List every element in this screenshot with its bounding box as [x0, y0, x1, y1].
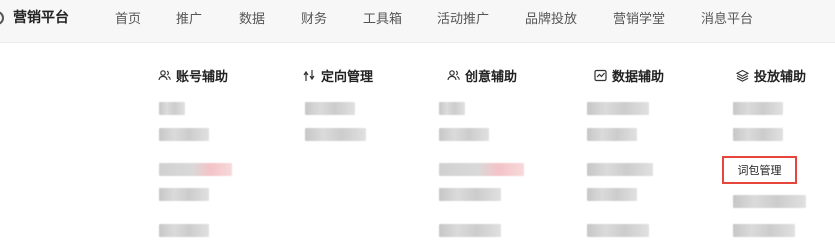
column-title: 定向管理	[321, 70, 374, 85]
redacted-menu-item[interactable]	[587, 224, 649, 237]
redacted-menu-item[interactable]	[733, 128, 783, 141]
redacted-menu-item[interactable]	[733, 224, 795, 237]
column-title: 创意辅助	[465, 70, 518, 85]
nav-item-home[interactable]: 首页	[115, 8, 141, 27]
redacted-menu-item[interactable]	[439, 224, 501, 237]
nav-item-data[interactable]: 数据	[239, 8, 265, 27]
top-navigation-bar: 营销平台 首页 推广 数据 财务 工具箱 活动推广 品牌投放 营销学堂 消息平台	[0, 0, 835, 43]
redacted-menu-item[interactable]	[733, 195, 806, 208]
brand-title[interactable]: 营销平台	[13, 7, 69, 27]
nav-item-promotion[interactable]: 推广	[176, 8, 202, 27]
redacted-menu-item[interactable]	[439, 128, 489, 141]
column-title: 数据辅助	[612, 70, 665, 85]
redacted-menu-item[interactable]	[439, 188, 501, 201]
column-title: 投放辅助	[754, 70, 807, 85]
menu-item-word-package-management[interactable]: 词包管理	[722, 156, 797, 184]
redacted-menu-item[interactable]	[305, 102, 355, 115]
redacted-menu-item[interactable]	[587, 163, 653, 176]
redacted-menu-item[interactable]	[159, 102, 185, 115]
nav-item-finance[interactable]: 财务	[301, 8, 327, 27]
redacted-menu-item[interactable]	[587, 102, 649, 115]
nav-item-brand-placement[interactable]: 品牌投放	[525, 8, 577, 27]
redacted-menu-item[interactable]	[159, 224, 209, 237]
nav-item-toolbox[interactable]: 工具箱	[363, 8, 402, 27]
nav-item-activity-promotion[interactable]: 活动推广	[437, 8, 489, 27]
redacted-menu-item[interactable]	[439, 163, 524, 176]
menu-item-label: 词包管理	[737, 164, 782, 177]
layers-icon	[736, 69, 749, 82]
redacted-menu-item[interactable]	[587, 188, 637, 201]
redacted-menu-item[interactable]	[159, 163, 232, 176]
nav-item-message-platform[interactable]: 消息平台	[701, 8, 753, 27]
column-creative-assist: 创意辅助	[447, 66, 517, 85]
column-data-assist: 数据辅助	[594, 66, 664, 85]
redacted-menu-item[interactable]	[159, 188, 209, 201]
nav-item-marketing-academy[interactable]: 营销学堂	[613, 8, 665, 27]
redacted-menu-item[interactable]	[159, 128, 209, 141]
column-targeting-management: 定向管理	[303, 66, 373, 85]
redacted-menu-item[interactable]	[439, 102, 465, 115]
routing-arrows-icon	[303, 69, 316, 82]
column-title: 账号辅助	[176, 70, 229, 85]
logo-icon	[0, 11, 4, 25]
column-placement-assist: 投放辅助	[736, 66, 806, 85]
chart-box-icon	[594, 69, 607, 82]
redacted-menu-item[interactable]	[587, 128, 637, 141]
user-group-icon	[447, 69, 460, 82]
column-account-assist: 账号辅助	[158, 66, 228, 85]
redacted-menu-item[interactable]	[733, 102, 783, 115]
user-group-icon	[158, 69, 171, 82]
redacted-menu-item[interactable]	[305, 128, 366, 141]
